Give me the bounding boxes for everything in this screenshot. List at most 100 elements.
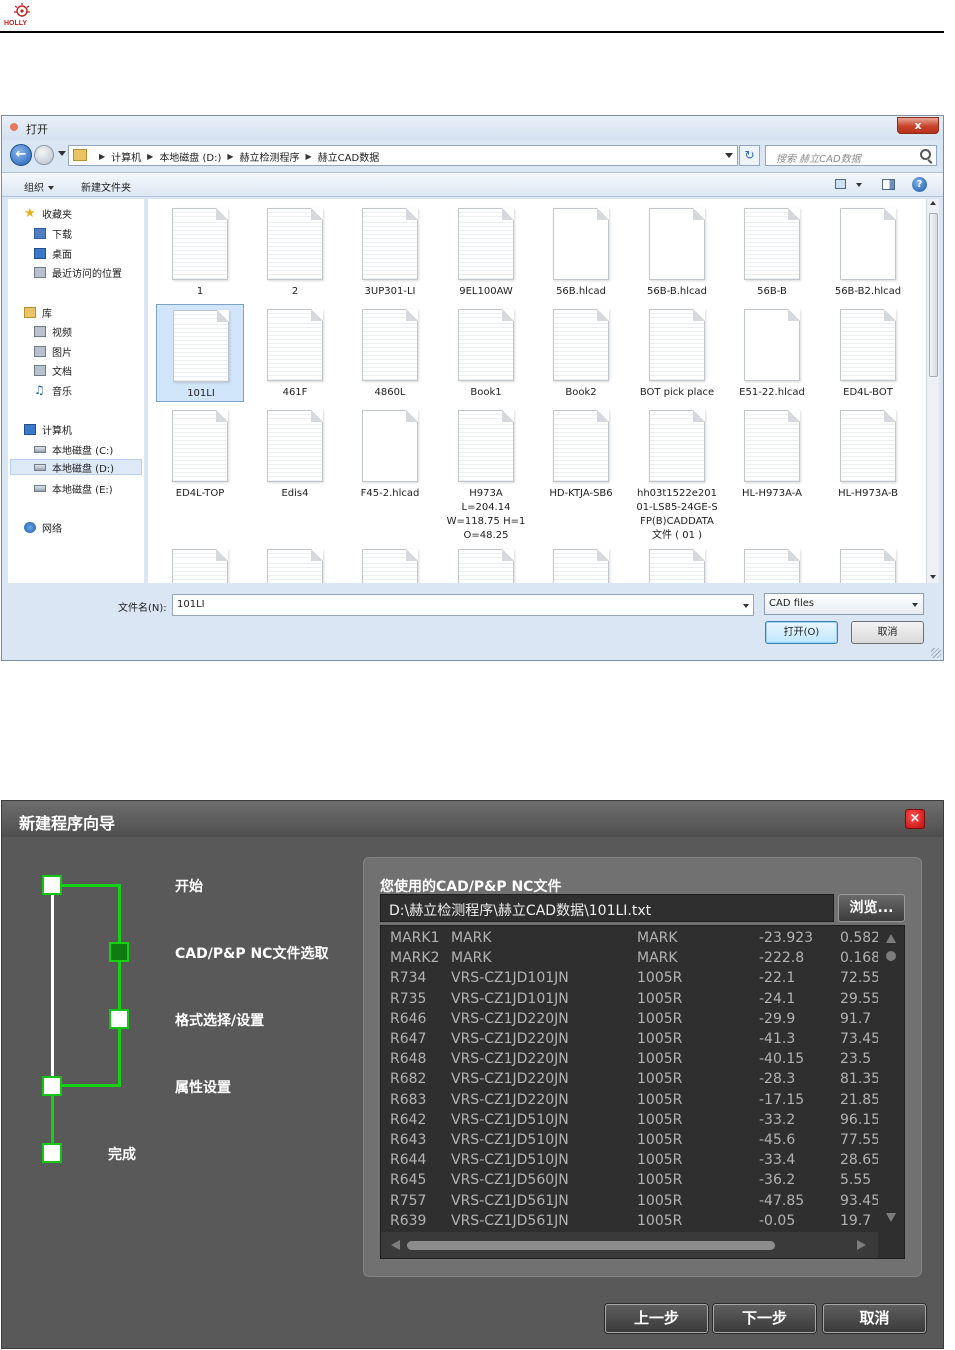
view-icon[interactable] [835,179,846,189]
scroll-left-icon[interactable] [391,1240,400,1250]
nc-file-preview[interactable]: MARK1MARKMARK-23.9230.5820MARK2MARKMARK-… [380,925,905,1259]
scrollbar-thumb[interactable] [886,951,896,961]
file-item[interactable]: HL-H973A-B [824,405,912,503]
view-options-dropdown-icon[interactable] [856,183,862,187]
file-item[interactable]: HL-H973A-A [728,405,816,503]
browse-button[interactable]: 浏览... [838,894,905,922]
nav-network[interactable]: 网络 [24,519,62,535]
close-button[interactable]: × [905,809,925,829]
chevron-down-icon[interactable] [743,604,749,608]
file-item[interactable]: 9EL100AW [442,203,530,301]
nav-music[interactable]: ♫ 音乐 [34,382,72,398]
chevron-right-icon[interactable]: ▶ [306,152,312,161]
address-dropdown-icon[interactable] [725,153,733,158]
nav-recent-places[interactable]: 最近访问的位置 [34,264,122,280]
file-item[interactable] [824,544,912,583]
breadcrumb-current-folder[interactable]: 赫立CAD数据 [318,149,380,164]
open-button[interactable]: 打开(O) [765,621,838,644]
recent-pages-dropdown-icon[interactable] [58,151,66,156]
nav-drive-c[interactable]: 本地磁盘 (C:) [34,441,113,457]
chevron-right-icon[interactable]: ▶ [99,152,105,161]
file-item[interactable]: F45-2.hlcad [346,405,434,503]
nc-cell: -28.3 [759,1071,796,1088]
prev-step-button[interactable]: 上一步 [605,1304,708,1333]
file-item[interactable]: hh03t1522e201 01-LS85-24GE-S FP(B)CADDAT… [633,405,721,541]
file-item[interactable]: 56B-B.hlcad [633,203,721,301]
refresh-icon[interactable]: ↻ [739,145,760,166]
file-item[interactable] [728,544,816,583]
resize-grip-icon[interactable] [931,648,941,658]
file-item[interactable] [633,544,721,583]
breadcrumb-folder[interactable]: 赫立检测程序 [240,149,300,164]
file-item[interactable]: H973A L=204.14 W=118.75 H=1 O=48.25 [442,405,530,541]
file-item[interactable]: Edis4 [251,405,339,503]
file-item[interactable]: ED4L-TOP [156,405,244,503]
file-item[interactable]: 1 [156,203,244,301]
forward-arrow-icon[interactable] [34,145,54,165]
chevron-right-icon[interactable]: ▶ [227,152,233,161]
computer-icon [24,423,36,435]
organize-button[interactable]: 组织 [24,179,54,194]
file-item[interactable] [156,544,244,583]
search-input[interactable]: 搜索 赫立CAD数据 [765,145,937,166]
file-item[interactable]: 4860L [346,304,434,402]
file-item[interactable] [537,544,625,583]
cancel-button[interactable]: 取消 [851,621,924,644]
scroll-right-icon[interactable] [857,1240,866,1250]
nav-drive-d[interactable]: 本地磁盘 (D:) [10,459,142,475]
nav-drive-e[interactable]: 本地磁盘 (E:) [34,480,113,496]
scrollbar-thumb[interactable] [407,1241,775,1250]
file-item[interactable]: HD-KTJA-SB6 [537,405,625,503]
scrollbar-thumb[interactable] [929,213,938,377]
breadcrumb-computer[interactable]: 计算机 [111,149,141,164]
file-item[interactable]: 3UP301-LI [346,203,434,301]
next-step-button[interactable]: 下一步 [713,1304,816,1333]
file-item[interactable] [442,544,530,583]
file-item[interactable]: Book2 [537,304,625,402]
nav-pictures[interactable]: 图片 [34,343,72,359]
filetype-select[interactable]: CAD files [764,593,924,615]
chevron-right-icon[interactable]: ▶ [147,152,153,161]
file-item[interactable]: 2 [251,203,339,301]
text-file-icon [172,208,228,280]
nav-libraries[interactable]: 库 [24,304,52,320]
preview-pane-icon[interactable] [882,179,895,190]
breadcrumb-drive-d[interactable]: 本地磁盘 (D:) [159,149,221,164]
close-button[interactable]: x [897,117,939,134]
scroll-down-icon[interactable] [886,1213,896,1222]
file-path-field[interactable]: D:\赫立检测程序\赫立CAD数据\101LI.txt [380,894,834,922]
file-item[interactable]: 101LI [156,304,244,402]
file-item[interactable]: 461F [251,304,339,402]
nav-computer[interactable]: 计算机 [24,421,72,437]
file-item[interactable] [251,544,339,583]
file-item[interactable]: 56B.hlcad [537,203,625,301]
filename-input[interactable]: 101LI [172,594,754,616]
file-item[interactable]: BOT pick place [633,304,721,402]
file-item[interactable]: E51-22.hlcad [728,304,816,402]
nav-favorites[interactable]: ★ 收藏夹 [24,205,72,221]
file-list-scrollbar[interactable] [926,199,939,583]
file-item[interactable]: ED4L-BOT [824,304,912,402]
scroll-up-icon[interactable] [930,201,936,205]
help-icon[interactable]: ? [912,177,927,192]
nc-row: R642VRS-CZ1JD510JN1005R-33.296.1590 [381,1110,880,1130]
file-name: H973A L=204.14 W=118.75 H=1 O=48.25 [446,488,526,541]
nav-documents[interactable]: 文档 [34,362,72,378]
file-item[interactable] [346,544,434,583]
back-arrow-icon[interactable]: ← [10,144,32,166]
scroll-up-icon[interactable] [886,934,896,943]
wizard-cancel-button[interactable]: 取消 [823,1304,926,1333]
address-bar[interactable]: ▶ 计算机 ▶ 本地磁盘 (D:) ▶ 赫立检测程序 ▶ 赫立CAD数据 [68,145,738,166]
file-item[interactable]: Book1 [442,304,530,402]
nav-videos[interactable]: 视频 [34,323,72,339]
file-name: HL-H973A-A [742,488,802,499]
preview-vertical-scrollbar[interactable] [878,926,904,1231]
nav-downloads[interactable]: 下载 [34,225,72,241]
preview-horizontal-scrollbar[interactable] [381,1232,878,1258]
nav-desktop[interactable]: 桌面 [34,245,72,261]
file-item[interactable]: 56B-B2.hlcad [824,203,912,301]
file-item[interactable]: 56B-B [728,203,816,301]
new-folder-button[interactable]: 新建文件夹 [81,179,131,194]
scroll-down-icon[interactable] [930,575,936,579]
search-icon[interactable] [920,149,931,160]
